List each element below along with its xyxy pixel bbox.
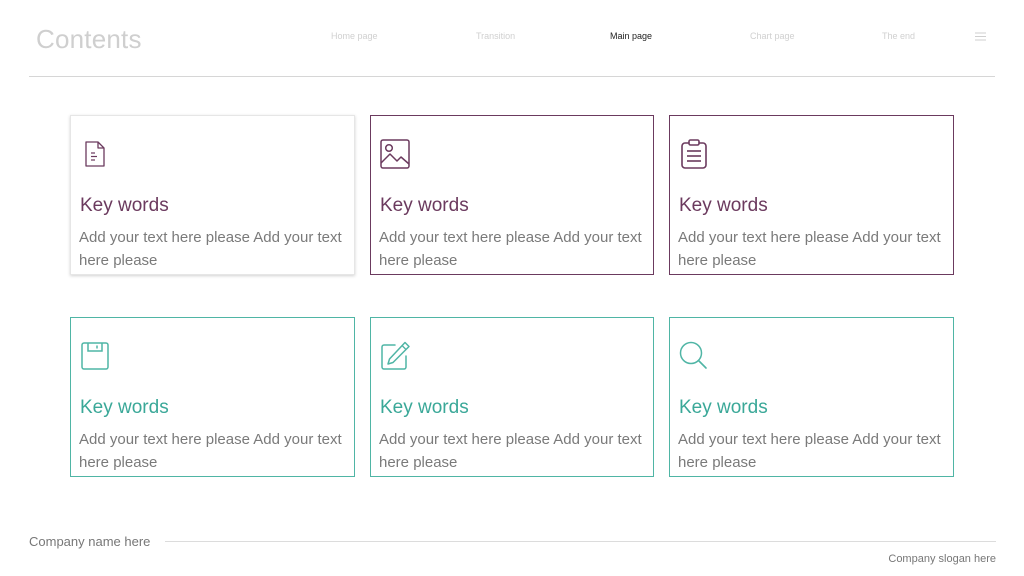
nav-chart-page[interactable]: Chart page bbox=[750, 31, 795, 45]
card-body-text: Add your text here please Add your text … bbox=[79, 229, 342, 269]
header-divider bbox=[29, 76, 995, 77]
card-heading: Key words bbox=[380, 195, 469, 216]
nav-home-page[interactable]: Home page bbox=[331, 31, 378, 45]
feature-card-5[interactable]: Key words Add your text here please Add … bbox=[370, 317, 654, 477]
card-heading: Key words bbox=[380, 397, 469, 418]
footer-divider bbox=[165, 541, 996, 542]
card-body-text: Add your text here please Add your text … bbox=[79, 431, 342, 471]
document-icon bbox=[85, 141, 105, 167]
edit-pencil-icon bbox=[381, 341, 410, 370]
search-icon bbox=[679, 341, 707, 369]
clipboard-icon bbox=[681, 139, 707, 169]
feature-card-3[interactable]: Key words Add your text here please Add … bbox=[669, 115, 954, 275]
nav-transition[interactable]: Transition bbox=[476, 31, 515, 45]
floppy-disk-icon bbox=[81, 342, 109, 370]
page-title: Contents bbox=[36, 24, 142, 54]
feature-card-4[interactable]: Key words Add your text here please Add … bbox=[70, 317, 355, 477]
card-heading: Key words bbox=[679, 397, 768, 418]
card-body-text: Add your text here please Add your text … bbox=[678, 229, 941, 269]
card-heading: Key words bbox=[80, 195, 169, 216]
card-heading: Key words bbox=[80, 397, 169, 418]
company-name: Company name here bbox=[29, 534, 151, 549]
nav-main-page[interactable]: Main page bbox=[610, 31, 652, 45]
image-icon bbox=[380, 139, 410, 169]
feature-card-2[interactable]: Key words Add your text here please Add … bbox=[370, 115, 654, 275]
nav-the-end[interactable]: The end bbox=[882, 31, 915, 45]
feature-card-6[interactable]: Key words Add your text here please Add … bbox=[669, 317, 954, 477]
card-body-text: Add your text here please Add your text … bbox=[678, 431, 941, 471]
card-heading: Key words bbox=[679, 195, 768, 216]
card-body-text: Add your text here please Add your text … bbox=[379, 229, 642, 269]
card-body-text: Add your text here please Add your text … bbox=[379, 431, 642, 471]
feature-card-1[interactable]: Key words Add your text here please Add … bbox=[70, 115, 355, 275]
menu-icon[interactable] bbox=[974, 31, 987, 42]
company-slogan: Company slogan here bbox=[888, 553, 996, 565]
